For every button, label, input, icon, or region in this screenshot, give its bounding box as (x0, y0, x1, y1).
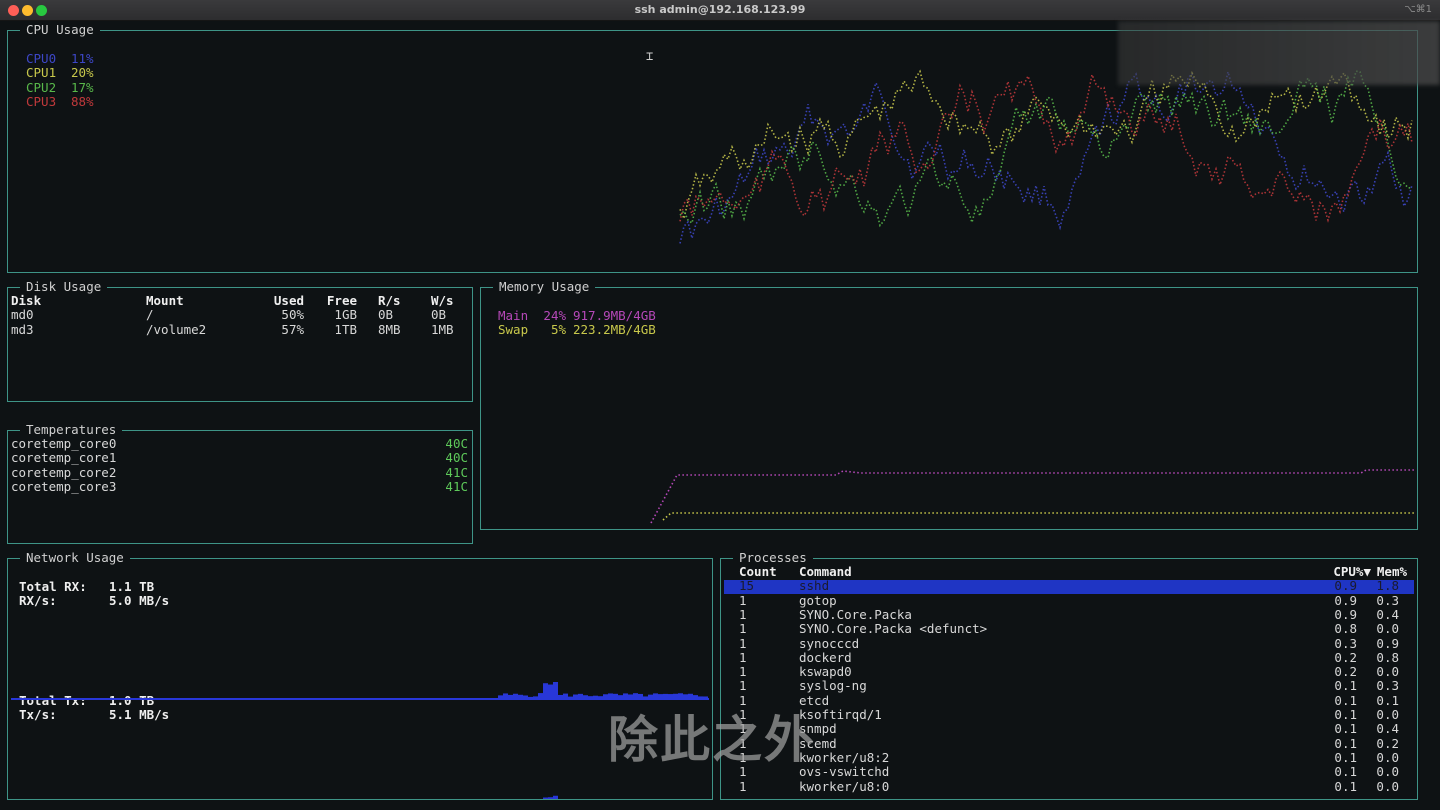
proc-header-count[interactable]: Count (739, 564, 777, 579)
process-cpu[interactable]: 0.1 (1334, 750, 1357, 765)
process-command[interactable]: gotop (799, 593, 837, 608)
rx-sparkline (11, 681, 709, 700)
process-mem[interactable]: 0.0 (1376, 750, 1399, 765)
process-command[interactable]: syslog-ng (799, 679, 867, 694)
network-sparklines (11, 681, 709, 799)
window-title: ssh admin@192.168.123.99 (634, 3, 806, 16)
temperature-sensor-name: coretemp_core0 (11, 436, 117, 451)
proc-header-cpu[interactable]: CPU%▼ (1333, 564, 1371, 579)
disk-cell: 0B (431, 307, 447, 323)
disk-header-mount[interactable]: Mount (146, 293, 184, 308)
process-command[interactable]: SYNO.Core.Packa <defunct> (799, 621, 987, 636)
window-shortcut: ⌥⌘1 (1404, 4, 1432, 15)
process-cpu[interactable]: 0.1 (1334, 693, 1357, 708)
temperature-sensor-name: coretemp_core3 (11, 478, 117, 494)
process-mem[interactable]: 0.0 (1376, 764, 1399, 779)
process-mem[interactable]: 0.4 (1376, 607, 1399, 622)
disk-cell: md3 (11, 321, 34, 337)
process-count[interactable]: 1 (739, 636, 747, 651)
process-count[interactable]: 1 (739, 621, 747, 636)
process-mem[interactable]: 0.3 (1376, 593, 1399, 608)
process-mem[interactable]: 0.0 (1376, 707, 1399, 722)
process-count[interactable]: 15 (739, 578, 754, 593)
disk-header-used[interactable]: Used (274, 293, 304, 308)
process-cpu[interactable]: 0.1 (1334, 736, 1357, 751)
proc-header-mem[interactable]: Mem% (1377, 564, 1407, 579)
process-mem[interactable]: 0.0 (1376, 621, 1399, 636)
process-mem[interactable]: 1.8 (1376, 578, 1399, 593)
process-command[interactable]: SYNO.Core.Packa (799, 607, 912, 622)
proc-header-command[interactable]: Command (799, 564, 852, 579)
disk-cell: /volume2 (146, 321, 207, 337)
process-cpu[interactable]: 0.1 (1334, 707, 1357, 722)
disk-cell: 1TB (334, 321, 357, 337)
cpu-trace (679, 68, 1413, 244)
process-command[interactable]: sshd (799, 578, 829, 593)
process-cpu[interactable]: 0.1 (1334, 779, 1357, 794)
process-cpu[interactable]: 0.9 (1334, 607, 1357, 622)
process-count[interactable]: 1 (739, 607, 747, 622)
blurred-overlay (1118, 21, 1440, 85)
process-cpu[interactable]: 0.9 (1334, 578, 1357, 593)
disk-header-free[interactable]: Free (327, 293, 357, 308)
process-cpu[interactable]: 0.9 (1334, 593, 1357, 608)
memory-swap-trace (662, 512, 1415, 521)
process-mem[interactable]: 0.1 (1376, 693, 1399, 708)
process-mem[interactable]: 0.3 (1376, 679, 1399, 694)
process-mem[interactable]: 0.0 (1376, 779, 1399, 794)
process-cpu[interactable]: 0.2 (1334, 664, 1357, 679)
text-cursor-icon: ⌶ (646, 49, 654, 63)
disk-usage-panel: Disk Usage Disk Mount Used Free R/s W/s md0/50… (7, 279, 473, 402)
temperature-value: 41C (445, 478, 468, 494)
temperature-sensor-name: coretemp_core2 (11, 464, 117, 480)
disk-cell: 50% (281, 307, 304, 323)
disk-header-ws[interactable]: W/s (431, 293, 454, 308)
temperature-sensor-name: coretemp_core1 (11, 450, 117, 466)
temperature-value: 41C (445, 464, 468, 480)
process-cpu[interactable]: 0.1 (1334, 764, 1357, 779)
processes-panel: Processes Count Command CPU%▼ Mem% 15 ssh… (720, 550, 1418, 800)
cpu-trace (679, 71, 1413, 223)
disk-cell: / (146, 307, 154, 323)
process-cpu[interactable]: 0.1 (1334, 679, 1357, 694)
temperatures-panel: Temperatures coretemp_core0 40C coretemp_c… (7, 422, 473, 544)
window-titlebar: ssh admin@192.168.123.99 ⌥⌘1 (0, 0, 1440, 21)
process-mem[interactable]: 0.9 (1376, 636, 1399, 651)
process-command[interactable]: kworker/u8:0 (799, 779, 889, 794)
disk-cell: 1MB (431, 321, 454, 337)
disk-header-rs[interactable]: R/s (378, 293, 401, 308)
process-count[interactable]: 1 (739, 664, 747, 679)
memory-usage-chart (650, 469, 1415, 524)
temperature-value: 40C (445, 436, 468, 451)
disk-cell: 57% (281, 321, 304, 337)
process-cpu[interactable]: 0.8 (1334, 621, 1357, 636)
process-cpu[interactable]: 0.3 (1334, 636, 1357, 651)
process-command[interactable]: dockerd (799, 650, 852, 665)
process-count[interactable]: 1 (739, 593, 747, 608)
process-command[interactable]: kswapd0 (799, 664, 852, 679)
cpu-trace (679, 70, 1413, 228)
process-count[interactable]: 1 (739, 650, 747, 665)
process-mem[interactable]: 0.4 (1376, 721, 1399, 736)
tx-sparkline (543, 795, 558, 799)
process-mem[interactable]: 0.8 (1376, 650, 1399, 665)
temperature-value: 40C (445, 450, 468, 466)
disk-cell: 8MB (378, 321, 401, 337)
disk-cell: md0 (11, 307, 34, 323)
disk-header-disk[interactable]: Disk (11, 293, 41, 308)
disk-cell: 0B (378, 307, 394, 323)
terminal-area[interactable]: CPU Usage CPU0 11% CPU1 20% CPU2 17% CPU3 88% D… (0, 21, 1440, 810)
process-command[interactable]: synocccd (799, 636, 859, 651)
disk-cell: 1GB (334, 307, 357, 323)
memory-usage-panel: Memory Usage Main 24% 917.9MB/4GB Swap 5% 223… (480, 279, 1418, 530)
process-count[interactable]: 1 (739, 779, 747, 794)
process-mem[interactable]: 0.2 (1376, 736, 1399, 751)
video-subtitle: 除此之外 (608, 711, 816, 769)
process-count[interactable]: 1 (739, 679, 747, 694)
process-cpu[interactable]: 0.1 (1334, 721, 1357, 736)
process-mem[interactable]: 0.0 (1376, 664, 1399, 679)
memory-main-trace (650, 469, 1415, 524)
process-cpu[interactable]: 0.2 (1334, 650, 1357, 665)
